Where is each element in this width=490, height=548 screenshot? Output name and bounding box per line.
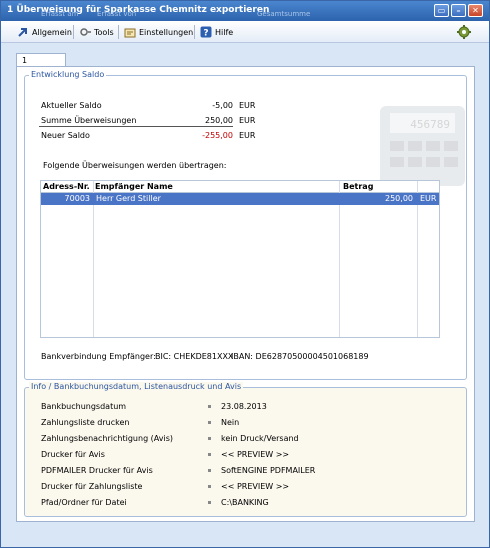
toolbar-separator <box>118 25 119 39</box>
info-label-bankbuchungsdatum: Bankbuchungsdatum <box>41 402 127 411</box>
gear-icon[interactable] <box>456 24 472 42</box>
info-label-zahlungsliste: Zahlungsliste drucken <box>41 418 130 427</box>
iban-value: IBAN: DE62870500004501068189 <box>231 352 369 361</box>
info-label-drucker-avis: Drucker für Avis <box>41 450 105 459</box>
table-header: Adress-Nr. Empfänger Name Betrag <box>41 181 439 193</box>
info-label-avis: Zahlungsbenachrichtigung (Avis) <box>41 434 174 443</box>
info-value-zahlungsliste[interactable]: Nein <box>221 418 239 427</box>
toolbar-separator <box>73 25 74 39</box>
close-button[interactable]: ✕ <box>468 4 483 17</box>
neuer-saldo-currency: EUR <box>239 131 256 140</box>
ghost-label-erfasst-von: Erfasst von <box>97 10 137 18</box>
list-caption: Folgende Überweisungen werden übertragen… <box>43 161 227 170</box>
bullet-icon <box>208 453 211 456</box>
bullet-icon <box>208 485 211 488</box>
sum-divider <box>39 126 233 127</box>
toolbar: Allgemein Tools Einstellungen ? Hilfe <box>1 21 489 43</box>
bic-value: BIC: CHEKDE81XXX <box>155 352 234 361</box>
ghost-label-gesamtsumme: Gesamtsumme <box>257 10 311 18</box>
minimize-button[interactable]: – <box>451 4 466 17</box>
toolbar-allgemein-label: Allgemein <box>32 27 72 37</box>
cell-currency: EUR <box>420 194 437 203</box>
bullet-icon <box>208 501 211 504</box>
aktueller-saldo-value: -5,00 <box>212 101 233 110</box>
cell-betrag: 250,00 <box>385 194 413 203</box>
info-group-title: Info / Bankbuchungsdatum, Listenausdruck… <box>29 382 244 391</box>
info-value-bankbuchungsdatum[interactable]: 23.08.2013 <box>221 402 267 411</box>
toolbar-tools[interactable]: Tools <box>79 25 114 39</box>
column-header-betrag[interactable]: Betrag <box>343 182 373 191</box>
tab-content: Entwicklung Saldo 456789 Aktueller Saldo… <box>16 66 475 522</box>
arrow-icon <box>17 26 29 38</box>
bank-label: Bankverbindung Empfänger: <box>41 352 156 361</box>
info-group: Info / Bankbuchungsdatum, Listenausdruck… <box>24 382 467 517</box>
transfer-table[interactable]: Adress-Nr. Empfänger Name Betrag 70003 H… <box>40 180 440 338</box>
toolbar-hilfe[interactable]: ? Hilfe <box>200 25 233 39</box>
summe-ueberweisungen-value: 250,00 <box>205 116 233 125</box>
toolbar-tools-label: Tools <box>94 27 114 37</box>
ghost-label-erfasst-am: Erfasst am <box>41 10 79 18</box>
info-label-drucker-zahlungsliste: Drucker für Zahlungsliste <box>41 482 143 491</box>
aktueller-saldo-label: Aktueller Saldo <box>41 101 102 110</box>
tab-standard[interactable]: 1 Standard <box>16 53 66 78</box>
table-row[interactable]: 70003 Herr Gerd Stiller 250,00 EUR <box>41 193 439 205</box>
info-value-drucker-avis[interactable]: << PREVIEW >> <box>221 450 289 459</box>
svg-text:456789: 456789 <box>410 118 450 131</box>
neuer-saldo-label: Neuer Saldo <box>41 131 90 140</box>
summe-ueberweisungen-currency: EUR <box>239 116 256 125</box>
tools-icon <box>79 26 91 38</box>
calculator-icon: 456789 <box>380 106 465 186</box>
bullet-icon <box>208 405 211 408</box>
toolbar-einstellungen[interactable]: Einstellungen <box>124 25 193 39</box>
summe-ueberweisungen-label: Summe Überweisungen <box>41 116 137 125</box>
help-icon: ? <box>200 26 212 39</box>
close-icon: ✕ <box>472 6 479 15</box>
info-value-drucker-zahlungsliste[interactable]: << PREVIEW >> <box>221 482 289 491</box>
svg-text:?: ? <box>203 29 208 39</box>
toolbar-hilfe-label: Hilfe <box>215 27 234 37</box>
info-value-pfad[interactable]: C:\BANKING <box>221 498 269 507</box>
info-label-pfad: Pfad/Ordner für Datei <box>41 498 127 507</box>
aktueller-saldo-currency: EUR <box>239 101 256 110</box>
info-value-avis[interactable]: kein Druck/Versand <box>221 434 299 443</box>
bullet-icon <box>208 421 211 424</box>
column-header-adress-nr[interactable]: Adress-Nr. <box>43 182 90 191</box>
bullet-icon <box>208 469 211 472</box>
restore-icon: ▭ <box>437 6 446 15</box>
column-header-empfaenger[interactable]: Empfänger Name <box>95 182 173 191</box>
export-window: 1 Überweisung für Sparkasse Chemnitz exp… <box>0 0 490 548</box>
minimize-icon: – <box>456 6 461 15</box>
saldo-group-title: Entwicklung Saldo <box>29 70 107 79</box>
toolbar-separator <box>194 25 195 39</box>
info-value-pdfmailer[interactable]: SoftENGINE PDFMAILER <box>221 466 315 475</box>
neuer-saldo-value: -255,00 <box>202 131 233 140</box>
bullet-icon <box>208 437 211 440</box>
cell-adress-nr: 70003 <box>64 194 90 203</box>
toolbar-allgemein[interactable]: Allgemein <box>17 25 72 39</box>
info-label-pdfmailer: PDFMAILER Drucker für Avis <box>41 466 153 475</box>
settings-icon <box>124 26 136 38</box>
toolbar-einstellungen-label: Einstellungen <box>139 27 194 37</box>
restore-button[interactable]: ▭ <box>434 4 449 17</box>
cell-empfaenger: Herr Gerd Stiller <box>96 194 161 203</box>
title-bar[interactable]: 1 Überweisung für Sparkasse Chemnitz exp… <box>1 1 489 21</box>
